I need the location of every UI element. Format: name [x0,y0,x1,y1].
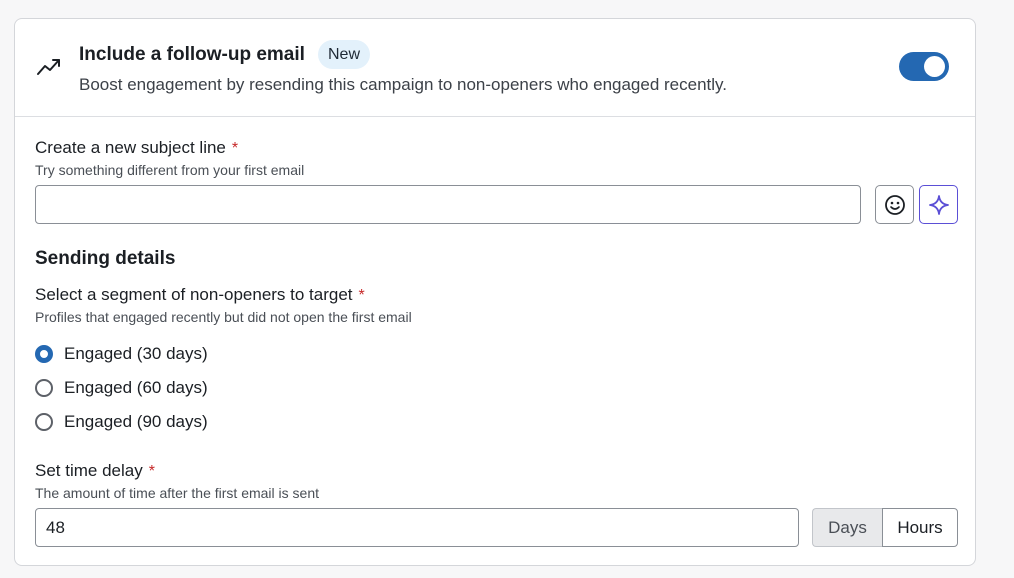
radio-button[interactable] [35,379,53,397]
radio-button-checked[interactable] [35,345,53,363]
required-marker: * [148,463,155,480]
hours-option[interactable]: Hours [882,508,958,547]
trending-up-icon [37,59,60,75]
time-delay-label: Set time delay * [35,461,155,481]
follow-up-toggle[interactable] [899,52,949,81]
smiley-icon [884,194,905,215]
subject-label: Create a new subject line * [35,138,238,158]
follow-up-email-card: Include a follow-up email New Boost enga… [14,18,976,566]
time-delay-label-text: Set time delay [35,461,143,480]
segment-label: Select a segment of non-openers to targe… [35,285,365,305]
subject-hint: Try something different from your first … [35,162,305,178]
time-delay-input[interactable] [35,508,799,547]
radio-button[interactable] [35,413,53,431]
emoji-picker-button[interactable] [875,185,914,224]
radio-option-60-days[interactable]: Engaged (60 days) [35,377,208,399]
ai-generate-button[interactable] [919,185,958,224]
sparkle-icon [928,194,949,215]
required-marker: * [231,140,239,157]
radio-option-90-days[interactable]: Engaged (90 days) [35,411,208,433]
radio-label: Engaged (90 days) [64,412,208,431]
card-subtitle: Boost engagement by resending this campa… [79,75,728,94]
radio-option-30-days[interactable]: Engaged (30 days) [35,343,208,365]
subject-label-text: Create a new subject line [35,138,226,157]
radio-label: Engaged (60 days) [64,378,208,397]
days-option[interactable]: Days [812,508,882,547]
new-badge: New [318,40,371,69]
toggle-knob [924,56,945,77]
card-header: Include a follow-up email New Boost enga… [15,19,975,117]
subject-line-input[interactable] [35,185,861,224]
card-title: Include a follow-up email [79,44,305,65]
segment-hint: Profiles that engaged recently but did n… [35,309,412,325]
time-delay-hint: The amount of time after the first email… [35,485,320,501]
radio-label: Engaged (30 days) [64,344,208,363]
required-marker: * [358,287,365,304]
sending-details-heading: Sending details [35,248,176,269]
segment-label-text: Select a segment of non-openers to targe… [35,285,353,304]
time-unit-selector: Days Hours [812,508,958,547]
